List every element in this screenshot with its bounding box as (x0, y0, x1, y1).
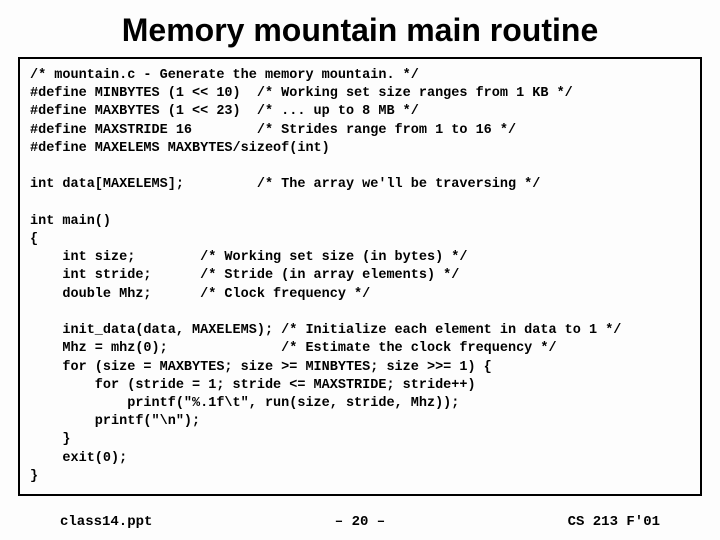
slide-footer: class14.ppt – 20 – CS 213 F'01 (0, 514, 720, 530)
code-listing: /* mountain.c - Generate the memory moun… (18, 57, 702, 496)
footer-right: CS 213 F'01 (568, 514, 660, 530)
slide-title: Memory mountain main routine (0, 0, 720, 57)
footer-center: – 20 – (335, 514, 385, 530)
footer-left: class14.ppt (60, 514, 152, 530)
